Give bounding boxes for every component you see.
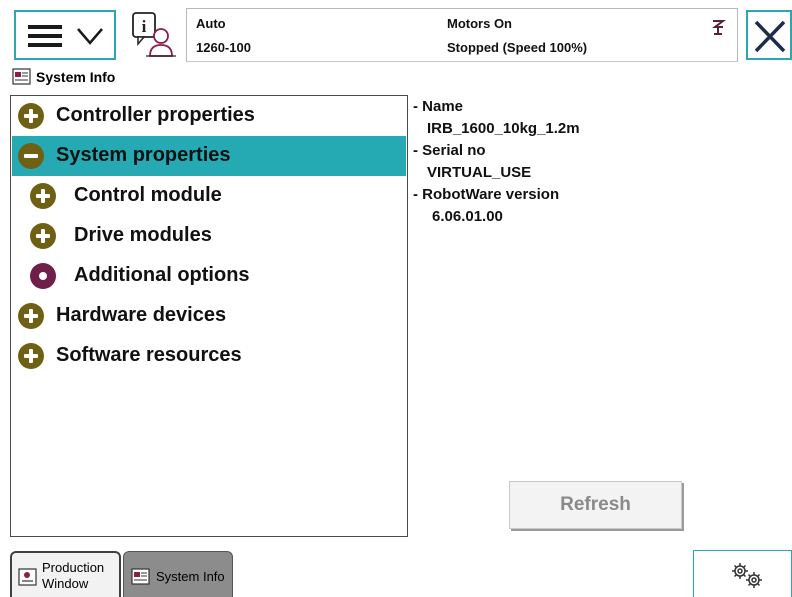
- tree-item-label: System properties: [56, 144, 231, 166]
- tree-item-label: Additional options: [74, 264, 250, 286]
- taskbar-label-line1: Production: [42, 560, 105, 575]
- expand-plus-icon[interactable]: [30, 223, 56, 249]
- chevron-down-icon: [77, 28, 103, 45]
- taskbar-label-line2: Window: [42, 576, 89, 591]
- main-menu-button[interactable]: [14, 10, 116, 60]
- name-label: - Name: [413, 98, 464, 115]
- tree-item-label: Drive modules: [74, 224, 212, 246]
- expand-plus-icon[interactable]: [18, 103, 44, 129]
- tree-item-control-module[interactable]: Control module: [12, 176, 406, 216]
- production-window-icon: [18, 568, 37, 586]
- tree-item-system-properties[interactable]: System properties: [12, 136, 406, 176]
- taskbar-system-info[interactable]: System Info: [123, 551, 233, 597]
- tree-item-controller-properties[interactable]: Controller properties: [12, 96, 406, 136]
- collapse-minus-icon[interactable]: [18, 143, 44, 169]
- tree-item-label: Control module: [74, 184, 222, 206]
- bullet-icon: [30, 263, 56, 289]
- tree-item-software-resources[interactable]: Software resources: [12, 336, 406, 376]
- motors-state: Motors On: [447, 16, 512, 31]
- hamburger-icon: [28, 25, 62, 47]
- app-title: System Info: [36, 69, 116, 85]
- operating-mode: Auto: [196, 16, 226, 31]
- robot-status-icon: [712, 20, 726, 35]
- close-icon: [754, 20, 786, 53]
- system-info-icon: [12, 68, 31, 85]
- info-user-icon[interactable]: i: [128, 8, 180, 60]
- properties-tree[interactable]: Controller properties System properties …: [10, 95, 408, 537]
- gears-icon: [732, 563, 762, 588]
- quickset-button[interactable]: [693, 550, 792, 597]
- system-info-icon: [131, 568, 150, 585]
- svg-text:i: i: [142, 17, 147, 36]
- taskbar-label: System Info: [156, 569, 225, 584]
- tree-item-label: Hardware devices: [56, 304, 227, 326]
- tree-item-hardware-devices[interactable]: Hardware devices: [12, 296, 406, 336]
- robotware-version-label: - RobotWare version: [413, 186, 560, 203]
- tree-item-additional-options[interactable]: Additional options: [12, 256, 406, 296]
- name-value: IRB_1600_10kg_1.2m: [427, 120, 580, 137]
- robotware-version-value: 6.06.01.00: [432, 208, 503, 225]
- system-id: 1260-100: [196, 40, 251, 55]
- expand-plus-icon[interactable]: [30, 183, 56, 209]
- expand-plus-icon[interactable]: [18, 303, 44, 329]
- status-panel[interactable]: Auto 1260-100 Motors On Stopped (Speed 1…: [186, 8, 738, 62]
- program-state: Stopped (Speed 100%): [447, 40, 588, 55]
- taskbar-production-window[interactable]: Production Window: [10, 551, 121, 597]
- expand-plus-icon[interactable]: [18, 343, 44, 369]
- tree-item-drive-modules[interactable]: Drive modules: [12, 216, 406, 256]
- tree-item-label: Controller properties: [56, 104, 255, 126]
- serial-no-label: - Serial no: [413, 142, 486, 159]
- refresh-button[interactable]: Refresh: [509, 481, 682, 529]
- close-button[interactable]: [746, 10, 792, 60]
- tree-item-label: Software resources: [56, 344, 242, 366]
- serial-no-value: VIRTUAL_USE: [427, 164, 532, 181]
